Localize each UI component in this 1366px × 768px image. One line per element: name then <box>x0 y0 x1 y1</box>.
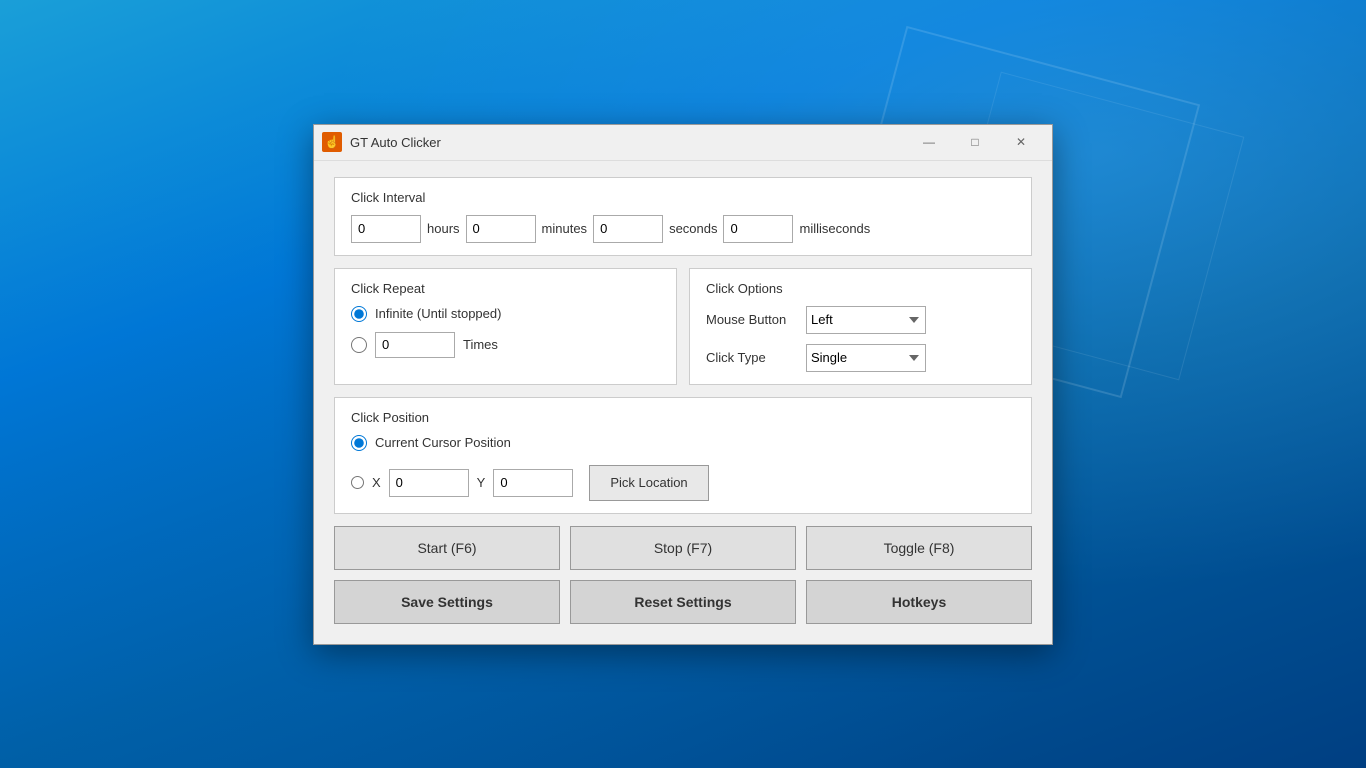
seconds-input[interactable] <box>593 215 663 243</box>
times-label: Times <box>463 337 498 352</box>
click-repeat-title: Click Repeat <box>351 281 660 296</box>
click-type-label: Click Type <box>706 350 796 365</box>
save-settings-button[interactable]: Save Settings <box>334 580 560 624</box>
seconds-label: seconds <box>669 221 717 236</box>
y-label: Y <box>477 475 486 490</box>
click-position-title: Click Position <box>351 410 1015 425</box>
x-input[interactable] <box>389 469 469 497</box>
app-window: ☝ GT Auto Clicker — □ ✕ Click Interval h… <box>313 124 1053 645</box>
hours-input[interactable] <box>351 215 421 243</box>
times-radio[interactable] <box>351 337 367 353</box>
minimize-button[interactable]: — <box>906 127 952 157</box>
position-radio-group: Current Cursor Position X Y Pick Locatio… <box>351 435 1015 501</box>
milliseconds-input[interactable] <box>723 215 793 243</box>
action-button-row: Start (F6) Stop (F7) Toggle (F8) <box>334 526 1032 570</box>
minutes-input[interactable] <box>466 215 536 243</box>
start-button[interactable]: Start (F6) <box>334 526 560 570</box>
hotkeys-button[interactable]: Hotkeys <box>806 580 1032 624</box>
click-interval-section: Click Interval hours minutes seconds mil… <box>334 177 1032 256</box>
interval-row: hours minutes seconds milliseconds <box>351 215 1015 243</box>
mouse-button-select[interactable]: Left Right Middle <box>806 306 926 334</box>
settings-button-row: Save Settings Reset Settings Hotkeys <box>334 580 1032 624</box>
mouse-button-label: Mouse Button <box>706 312 796 327</box>
milliseconds-label: milliseconds <box>799 221 870 236</box>
repeat-radio-group: Infinite (Until stopped) Times <box>351 306 660 358</box>
times-radio-item: Times <box>351 332 660 358</box>
middle-sections: Click Repeat Infinite (Until stopped) Ti… <box>334 268 1032 397</box>
infinite-radio-item: Infinite (Until stopped) <box>351 306 660 322</box>
click-position-section: Click Position Current Cursor Position X… <box>334 397 1032 514</box>
title-bar: ☝ GT Auto Clicker — □ ✕ <box>314 125 1052 161</box>
position-xy-row: X Y Pick Location <box>351 465 1015 501</box>
cursor-label: Current Cursor Position <box>375 435 511 450</box>
reset-settings-button[interactable]: Reset Settings <box>570 580 796 624</box>
click-type-select[interactable]: Single Double <box>806 344 926 372</box>
pick-location-button[interactable]: Pick Location <box>589 465 708 501</box>
cursor-radio[interactable] <box>351 435 367 451</box>
hours-label: hours <box>427 221 460 236</box>
y-input[interactable] <box>493 469 573 497</box>
stop-button[interactable]: Stop (F7) <box>570 526 796 570</box>
cursor-radio-item: Current Cursor Position <box>351 435 1015 451</box>
click-interval-title: Click Interval <box>351 190 1015 205</box>
close-button[interactable]: ✕ <box>998 127 1044 157</box>
window-controls: — □ ✕ <box>906 127 1044 157</box>
app-content: Click Interval hours minutes seconds mil… <box>314 161 1052 644</box>
infinite-label: Infinite (Until stopped) <box>375 306 501 321</box>
click-type-row: Click Type Single Double <box>706 344 1015 372</box>
minutes-label: minutes <box>542 221 588 236</box>
app-icon: ☝ <box>322 132 342 152</box>
xy-radio[interactable] <box>351 476 364 489</box>
click-options-section: Click Options Mouse Button Left Right Mi… <box>689 268 1032 385</box>
restore-button[interactable]: □ <box>952 127 998 157</box>
click-options-title: Click Options <box>706 281 1015 296</box>
mouse-button-row: Mouse Button Left Right Middle <box>706 306 1015 334</box>
options-grid: Mouse Button Left Right Middle Click Typ… <box>706 306 1015 372</box>
window-title: GT Auto Clicker <box>350 135 906 150</box>
toggle-button[interactable]: Toggle (F8) <box>806 526 1032 570</box>
infinite-radio[interactable] <box>351 306 367 322</box>
click-repeat-section: Click Repeat Infinite (Until stopped) Ti… <box>334 268 677 385</box>
x-label: X <box>372 475 381 490</box>
times-input[interactable] <box>375 332 455 358</box>
